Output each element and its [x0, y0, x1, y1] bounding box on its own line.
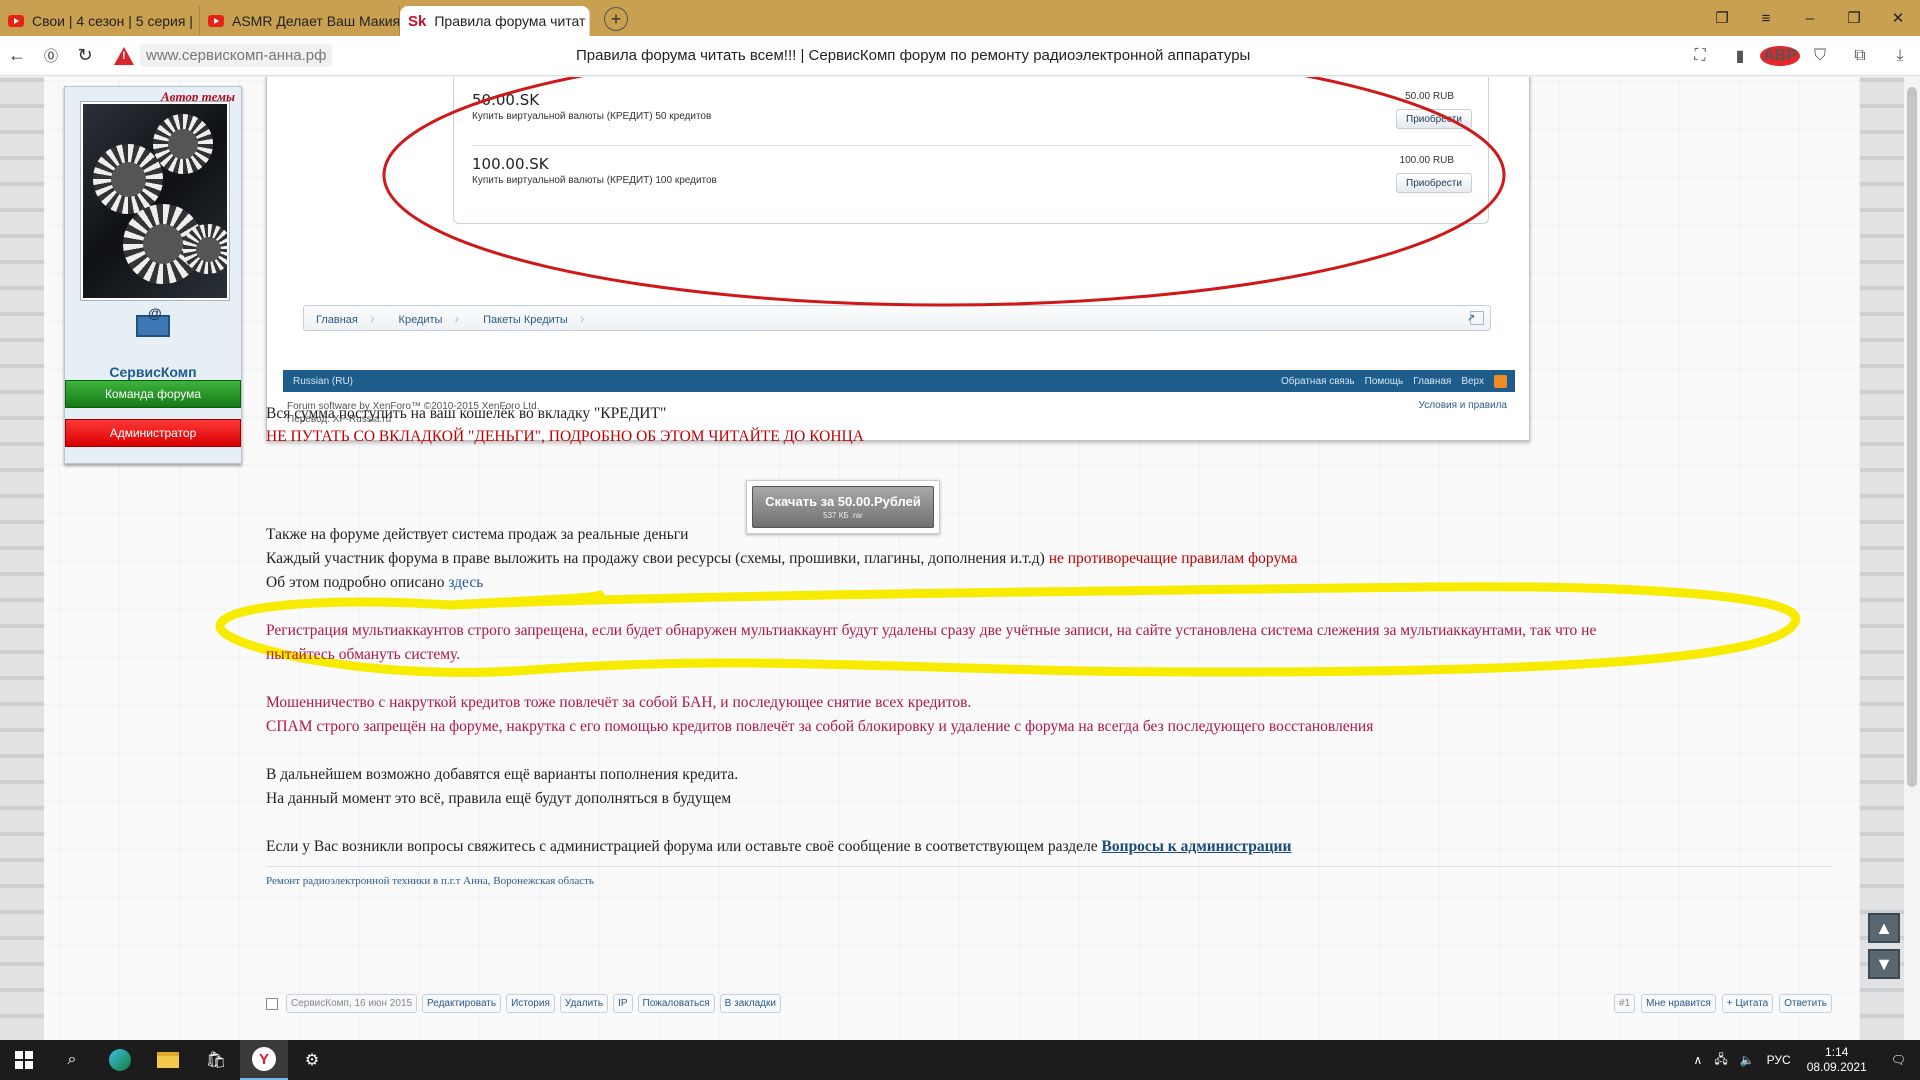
- language-selector[interactable]: Russian (RU): [283, 376, 353, 387]
- toolbar-icons: ⛶ ▮ ABP ⛉ ⧉ ⤓: [1680, 36, 1920, 76]
- menu-icon[interactable]: ≡: [1744, 0, 1788, 36]
- like-button[interactable]: Мне нравится: [1641, 994, 1716, 1013]
- reply-button[interactable]: Ответить: [1779, 994, 1832, 1013]
- language-indicator[interactable]: РУС: [1761, 1053, 1797, 1067]
- download-button[interactable]: Скачать за 50.00.Рублей 537 КБ .rar: [752, 486, 934, 528]
- red-ellipse-annotation: [382, 77, 1506, 307]
- yandex-browser-icon[interactable]: Y: [240, 1040, 288, 1080]
- rss-icon[interactable]: [1494, 374, 1507, 388]
- signature: Ремонт радиоэлектронной техники в п.г.т …: [266, 875, 594, 887]
- post-line-spam: СПАМ строго запрещён на форуме, накрутка…: [266, 718, 1374, 735]
- page-viewport: Автор темы СервисКомп Команда форума Адм…: [0, 77, 1920, 1040]
- edit-button[interactable]: Редактировать: [422, 994, 502, 1013]
- scrollbar[interactable]: [1904, 77, 1920, 1040]
- youtube-icon: [208, 15, 224, 27]
- history-button[interactable]: История: [506, 994, 555, 1013]
- new-tab-button[interactable]: +: [604, 7, 628, 31]
- system-tray: ∧ 🖧 🔈 РУС 1:14 08.09.2021 🗨: [1688, 1040, 1920, 1080]
- tab-2[interactable]: ASMR Делает Ваш Макия: [200, 6, 400, 36]
- adblock-icon[interactable]: ABP: [1760, 46, 1800, 66]
- post-actions-bar: СервисКомп, 16 июн 2015 Редактировать Ис…: [266, 994, 1832, 1016]
- security-warning-icon[interactable]: [114, 46, 134, 65]
- post-line: Вся сумма поступить на ваш кошелёк во вк…: [266, 405, 667, 422]
- footer-link-top[interactable]: Верх: [1461, 376, 1484, 387]
- start-button[interactable]: [0, 1040, 48, 1080]
- delete-button[interactable]: Удалить: [559, 994, 609, 1013]
- tab-3-label: Правила форума читат: [434, 13, 586, 29]
- window-controls: ❐ ≡ – ❐ ✕: [1700, 0, 1920, 36]
- post-line: Также на форуме действует система продаж…: [266, 526, 689, 543]
- page-title: Правила форума читать всем!!! | СервисКо…: [576, 47, 1251, 64]
- translate-icon[interactable]: ⛶: [1680, 47, 1720, 65]
- address-bar: ← ⓪ ↻ www.сервискомп-анна.рф Правила фор…: [0, 36, 1920, 76]
- extensions-icon[interactable]: ⧉: [1840, 47, 1880, 65]
- role-admin-badge: Администратор: [65, 419, 241, 447]
- bookmarks-panel-icon[interactable]: ❐: [1700, 0, 1744, 36]
- post-line-warning: НЕ ПУТАТЬ СО ВКЛАДКОЙ "ДЕНЬГИ", ПОДРОБНО…: [266, 428, 864, 445]
- post-line: В дальнейшем возможно добавятся ещё вари…: [266, 766, 739, 783]
- restore-icon[interactable]: ❐: [1832, 0, 1876, 36]
- post-line: Каждый участник форума в праве выложить …: [266, 550, 1298, 567]
- scrollbar-thumb[interactable]: [1907, 87, 1917, 787]
- back-arrow-icon[interactable]: ←: [0, 39, 34, 73]
- browser-tab-bar: Свои | 4 сезон | 5 серия | ASMR Делает В…: [0, 0, 1920, 36]
- windows-logo-icon: [15, 1051, 33, 1069]
- yellow-highlight-annotation: [215, 582, 1801, 677]
- app-gear-icon[interactable]: ⚙: [288, 1040, 336, 1080]
- tab-1[interactable]: Свои | 4 сезон | 5 серия |: [0, 6, 200, 36]
- email-envelope-icon[interactable]: [125, 305, 181, 345]
- forum-footer-bar: Russian (RU) Обратная связь Помощь Главн…: [283, 370, 1515, 392]
- minimize-icon[interactable]: –: [1788, 0, 1832, 36]
- protect-shield-icon[interactable]: ⛉: [1800, 47, 1840, 65]
- bookmark-button[interactable]: В закладки: [719, 994, 781, 1013]
- bookmark-icon[interactable]: ▮: [1720, 46, 1760, 66]
- store-icon[interactable]: 🛍: [192, 1040, 240, 1080]
- username[interactable]: СервисКомп: [65, 364, 241, 380]
- download-button-wrapper: Скачать за 50.00.Рублей 537 КБ .rar: [746, 480, 940, 534]
- ip-button[interactable]: IP: [613, 994, 633, 1013]
- file-explorer-icon[interactable]: [144, 1040, 192, 1080]
- avatar[interactable]: [80, 101, 230, 301]
- footer-link-home[interactable]: Главная: [1413, 376, 1451, 387]
- search-icon[interactable]: ⌕: [48, 1040, 96, 1080]
- download-icon[interactable]: ⤓: [1880, 47, 1920, 65]
- youtube-icon: [8, 15, 24, 27]
- url-field[interactable]: www.сервискомп-анна.рф: [140, 44, 333, 67]
- tab-3-active[interactable]: Sk Правила форума читат ✕: [400, 6, 590, 36]
- terms-link[interactable]: Условия и правила: [1419, 400, 1507, 411]
- role-team-badge: Команда форума: [65, 380, 241, 408]
- post-meta[interactable]: СервисКомп, 16 июн 2015: [286, 994, 418, 1013]
- taskbar: ⌕ 🛍 Y ⚙ ∧ 🖧 🔈 РУС 1:14 08.09.2021 🗨: [0, 1040, 1920, 1080]
- tab-1-label: Свои | 4 сезон | 5 серия |: [32, 13, 193, 29]
- close-tab-icon[interactable]: ✕: [585, 12, 589, 30]
- scroll-up-icon[interactable]: ▲: [1868, 913, 1900, 943]
- select-post-checkbox[interactable]: [266, 997, 278, 1010]
- close-window-icon[interactable]: ✕: [1876, 0, 1920, 36]
- network-icon[interactable]: 🖧: [1708, 1050, 1733, 1071]
- footer-link-feedback[interactable]: Обратная связь: [1281, 376, 1355, 387]
- admin-questions-link[interactable]: Вопросы к администрации: [1102, 838, 1292, 855]
- report-button[interactable]: Пожаловаться: [637, 994, 715, 1013]
- notifications-icon[interactable]: 🗨: [1877, 1053, 1920, 1067]
- post-line-multiaccount: Регистрация мультиаккаунтов строго запре…: [266, 622, 1597, 639]
- signature-divider: [266, 866, 1832, 867]
- left-border-pattern: [0, 77, 44, 1040]
- tray-chevron-icon[interactable]: ∧: [1688, 1053, 1709, 1067]
- footer-link-help[interactable]: Помощь: [1365, 376, 1404, 387]
- post-line-multiaccount-2: пытайтесь обмануть систему.: [266, 646, 461, 663]
- post-line-fraud: Мошенничество с накруткой кредитов тоже …: [266, 694, 972, 711]
- quote-button[interactable]: + Цитата: [1721, 994, 1774, 1013]
- scroll-down-icon[interactable]: ▼: [1868, 949, 1900, 979]
- volume-icon[interactable]: 🔈: [1734, 1053, 1761, 1067]
- post-number[interactable]: #1: [1614, 994, 1636, 1013]
- reload-icon[interactable]: ↻: [68, 39, 102, 73]
- post-line: Если у Вас возникли вопросы свяжитесь с …: [266, 838, 1292, 855]
- clock[interactable]: 1:14 08.09.2021: [1797, 1045, 1877, 1075]
- tab-2-label: ASMR Делает Ваш Макия: [232, 13, 400, 29]
- sk-favicon: Sk: [408, 12, 427, 30]
- post-line: На данный момент это всё, правила ещё бу…: [266, 790, 732, 807]
- yandex-logo-icon[interactable]: ⓪: [34, 39, 68, 73]
- edge-icon[interactable]: [96, 1040, 144, 1080]
- user-card: Автор темы СервисКомп Команда форума Адм…: [64, 86, 242, 464]
